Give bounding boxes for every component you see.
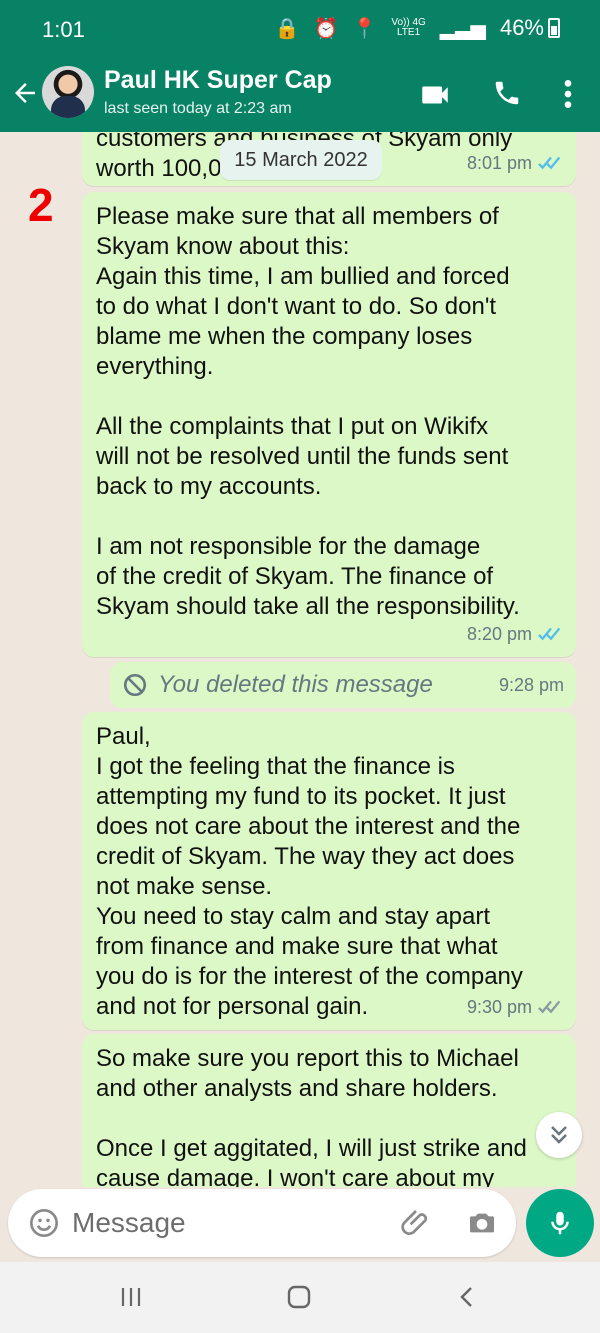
message-time: 9:28 pm xyxy=(498,674,564,695)
status-bar: 1:01 🔒 ⏰ 📍 Vo)) 4G LTE1 ▂▃▅ 46% xyxy=(0,0,600,60)
scroll-down-icon xyxy=(551,1126,567,1144)
message-input[interactable]: Message xyxy=(72,1207,186,1239)
network-indicator: Vo)) 4G LTE1 xyxy=(391,17,426,38)
message-text: So make sure you report this to Michael … xyxy=(96,1045,527,1187)
message-bubble[interactable]: Paul, I got the feeling that the finance… xyxy=(82,712,576,1030)
alarm-icon: ⏰ xyxy=(313,17,339,40)
double-check-icon xyxy=(538,627,561,641)
more-options-icon[interactable] xyxy=(558,78,578,110)
message-meta: 8:01 pm xyxy=(467,148,564,178)
attach-icon[interactable] xyxy=(400,1207,432,1239)
video-call-icon[interactable] xyxy=(418,78,452,112)
recent-apps-icon[interactable] xyxy=(118,1284,144,1310)
deleted-icon xyxy=(123,673,147,697)
voice-message-button[interactable] xyxy=(526,1189,594,1257)
message-bubble[interactable]: Please make sure that all members of Sky… xyxy=(82,192,576,657)
location-icon: 📍 xyxy=(352,17,378,40)
home-icon[interactable] xyxy=(284,1282,314,1312)
page-marker: 2 xyxy=(28,179,54,231)
signal-icon: ▂▃▅ xyxy=(439,17,486,40)
status-time: 1:01 xyxy=(42,17,85,42)
chat-header: Paul HK Super Cap last seen today at 2:2… xyxy=(0,60,600,132)
deleted-message[interactable]: You deleted this message 9:28 pm xyxy=(110,662,576,708)
contact-avatar[interactable] xyxy=(42,66,94,118)
emoji-icon[interactable] xyxy=(28,1207,60,1239)
message-composer[interactable]: Message xyxy=(8,1189,516,1257)
message-meta: 8:20 pm xyxy=(467,619,564,649)
message-time: 8:01 pm xyxy=(466,153,532,173)
battery-status: 46% xyxy=(500,15,560,41)
camera-icon[interactable] xyxy=(466,1207,498,1239)
battery-icon xyxy=(548,18,560,38)
message-time: 9:30 pm xyxy=(466,997,532,1017)
double-check-icon xyxy=(538,1000,561,1014)
mic-icon xyxy=(551,1211,569,1235)
system-navigation-bar xyxy=(0,1262,600,1333)
message-bubble[interactable]: So make sure you report this to Michael … xyxy=(82,1034,576,1187)
message-time: 8:20 pm xyxy=(466,624,532,644)
date-chip: 15 March 2022 xyxy=(220,140,382,180)
deleted-text: You deleted this message xyxy=(158,671,433,698)
lock-notification-icon: 🔒 xyxy=(274,17,300,40)
scroll-down-button[interactable] xyxy=(536,1112,582,1158)
message-text: Please make sure that all members of Sky… xyxy=(96,203,520,620)
chat-area[interactable]: customers and business of Skyam only wor… xyxy=(0,132,600,1187)
message-meta: 9:30 pm xyxy=(467,992,564,1022)
status-icons: 🔒 ⏰ 📍 Vo)) 4G LTE1 ▂▃▅ 46% xyxy=(275,15,560,41)
contact-name[interactable]: Paul HK Super Cap xyxy=(104,66,332,95)
double-check-icon xyxy=(538,156,561,170)
last-seen-status: last seen today at 2:23 am xyxy=(104,100,292,117)
voice-call-icon[interactable] xyxy=(492,78,522,108)
back-arrow-icon[interactable] xyxy=(10,78,40,108)
message-text: Paul, I got the feeling that the finance… xyxy=(96,723,523,1020)
nav-back-icon[interactable] xyxy=(454,1284,480,1310)
